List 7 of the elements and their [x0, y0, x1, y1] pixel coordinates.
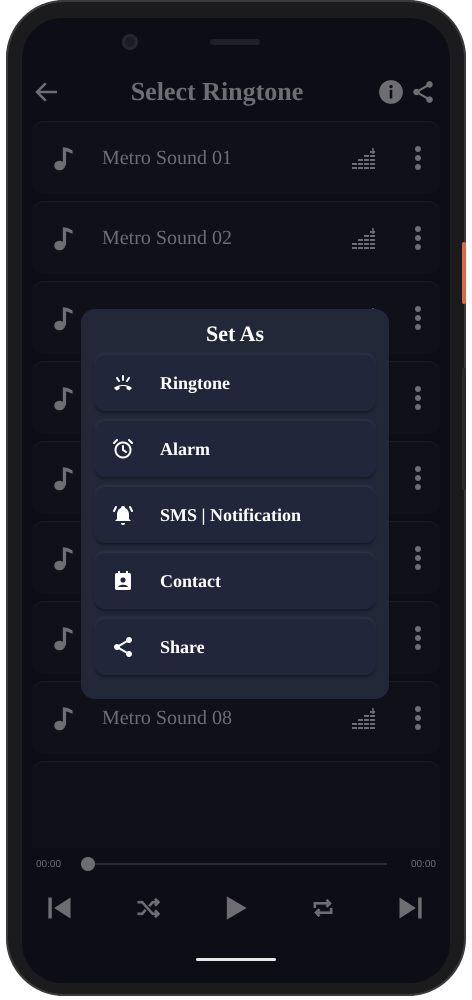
dialog-title: Set As [206, 320, 264, 348]
elapsed-time: 00:00 [36, 858, 62, 870]
ringtone-title: Metro Sound 01 [102, 146, 232, 168]
ringtone-title: Metro Sound 08 [102, 706, 232, 728]
ringtone-title: Metro Sound 02 [102, 226, 232, 248]
screen-title: Select Ringtone [130, 77, 304, 107]
duration-time: 00:00 [410, 858, 436, 870]
